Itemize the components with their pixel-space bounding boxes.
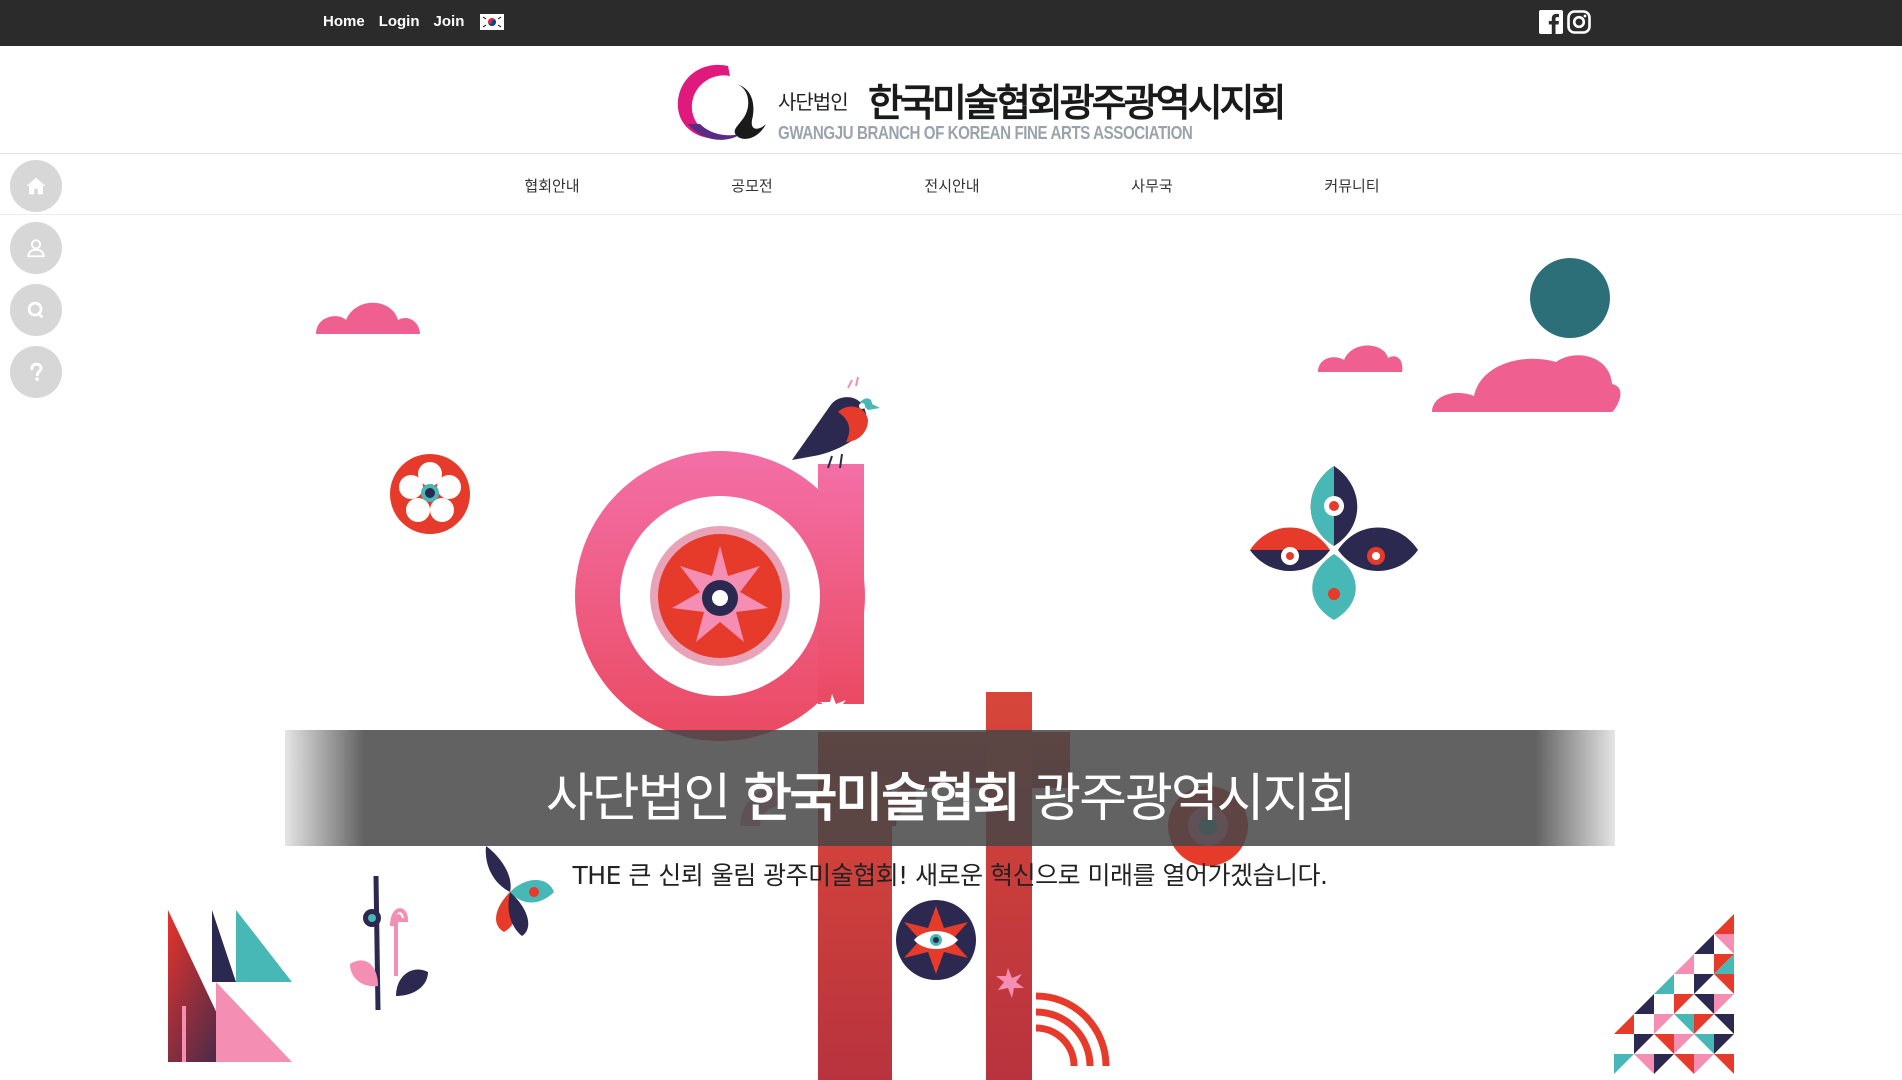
plant-illustration — [350, 875, 428, 1011]
eye-medallion — [896, 900, 976, 980]
hero-title: 사단법인 한국미술협회 광주광역시지회 — [285, 756, 1615, 831]
rainbow-arcs — [1035, 992, 1110, 1067]
korea-flag-icon[interactable] — [480, 14, 505, 30]
top-links: Home Login Join — [323, 12, 505, 30]
flower-left — [390, 454, 470, 534]
bird-illustration — [792, 376, 880, 469]
butterfly-right — [1250, 466, 1418, 620]
hero-subtitle: THE 큰 신뢰 울림 광주미술협회! 새로운 혁신으로 미래를 열어가겠습니다… — [572, 861, 1328, 890]
triangles-right — [1614, 914, 1734, 1074]
cloud-right-small — [1318, 345, 1403, 372]
site-header: 사단법인 한국미술협회광주광역시지회 GWANGJU BRANCH OF KOR… — [0, 46, 1902, 154]
join-link[interactable]: Join — [434, 13, 465, 30]
page: Home Login Join 사단법인 한국미술협회광주광역시지회 GWANG… — [0, 0, 1902, 1080]
nav-item-community[interactable]: 커뮤니티 — [1324, 175, 1379, 196]
quick-home-button[interactable] — [10, 160, 62, 212]
nav-item-office[interactable]: 사무국 — [1131, 175, 1172, 196]
nav-item-contest[interactable]: 공모전 — [731, 175, 772, 196]
logo-title-text: 한국미술협회광주광역시지회 — [868, 81, 1286, 125]
hero-section: 사단법인 한국미술협회 광주광역시지회 THE 큰 신뢰 울림 광주미술협회! … — [0, 216, 1902, 1080]
letter-a — [575, 451, 865, 741]
hero-illustration — [168, 258, 1734, 1080]
cloud-right-large — [1432, 258, 1621, 412]
instagram-icon[interactable] — [1567, 10, 1591, 34]
hero-title-post: 광주광역시지회 — [1033, 769, 1356, 829]
logo-english-text: GWANGJU BRANCH OF KOREAN FINE ARTS ASSOC… — [778, 123, 1193, 143]
main-nav: 협회안내 공모전 전시안내 사무국 커뮤니티 — [0, 155, 1902, 215]
triangles-left — [168, 910, 292, 1062]
social-links — [1539, 10, 1591, 34]
login-link[interactable]: Login — [379, 13, 420, 30]
hero-title-bold: 한국미술협회 — [743, 769, 1021, 829]
site-logo[interactable]: 사단법인 한국미술협회광주광역시지회 GWANGJU BRANCH OF KOR… — [670, 58, 1286, 148]
cloud-left — [316, 302, 420, 334]
hero-title-pre: 사단법인 — [545, 769, 731, 829]
nav-item-about[interactable]: 협회안내 — [524, 175, 579, 196]
home-link[interactable]: Home — [323, 13, 365, 30]
logo-mark-icon — [677, 64, 766, 140]
nav-item-exhibition[interactable]: 전시안내 — [924, 175, 979, 196]
facebook-icon[interactable] — [1539, 10, 1563, 34]
home-icon — [26, 177, 46, 195]
logo-small-text: 사단법인 — [778, 90, 849, 114]
top-utility-bar: Home Login Join — [0, 0, 1902, 46]
